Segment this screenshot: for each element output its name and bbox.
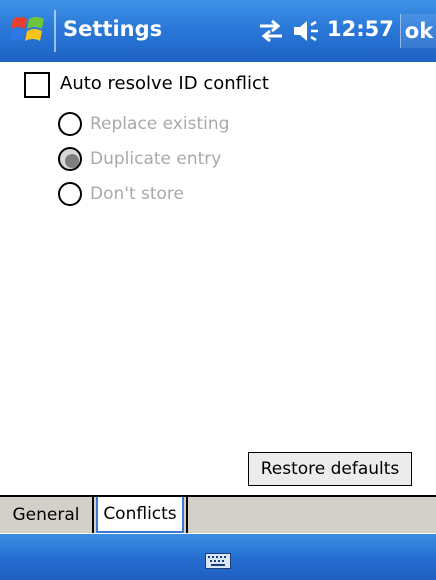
title-separator: [54, 10, 56, 52]
tab-general[interactable]: General: [2, 497, 90, 533]
menu-bar: [0, 534, 436, 580]
keyboard-icon[interactable]: [205, 553, 231, 569]
radio-button[interactable]: [58, 112, 82, 136]
page-title: Settings: [63, 17, 163, 41]
title-bar: Settings 12:57 ok: [0, 0, 436, 62]
radio-button[interactable]: [58, 147, 82, 171]
tab-conflicts[interactable]: Conflicts: [96, 497, 184, 533]
windows-start-icon[interactable]: [10, 15, 48, 47]
restore-defaults-button[interactable]: Restore defaults: [248, 452, 412, 486]
radio-label: Don't store: [90, 184, 185, 204]
radio-label: Duplicate entry: [90, 149, 222, 169]
clock[interactable]: 12:57: [327, 17, 394, 41]
auto-resolve-label[interactable]: Auto resolve ID conflict: [60, 72, 269, 96]
radio-button[interactable]: [58, 182, 82, 206]
radio-selected-dot: [65, 154, 79, 168]
tab-divider: [92, 497, 94, 533]
auto-resolve-checkbox[interactable]: [24, 72, 50, 98]
speaker-icon[interactable]: [292, 18, 320, 44]
ok-button[interactable]: ok: [400, 14, 436, 48]
connectivity-icon[interactable]: [256, 18, 286, 44]
tab-divider: [186, 497, 188, 533]
radio-label: Replace existing: [90, 114, 230, 134]
